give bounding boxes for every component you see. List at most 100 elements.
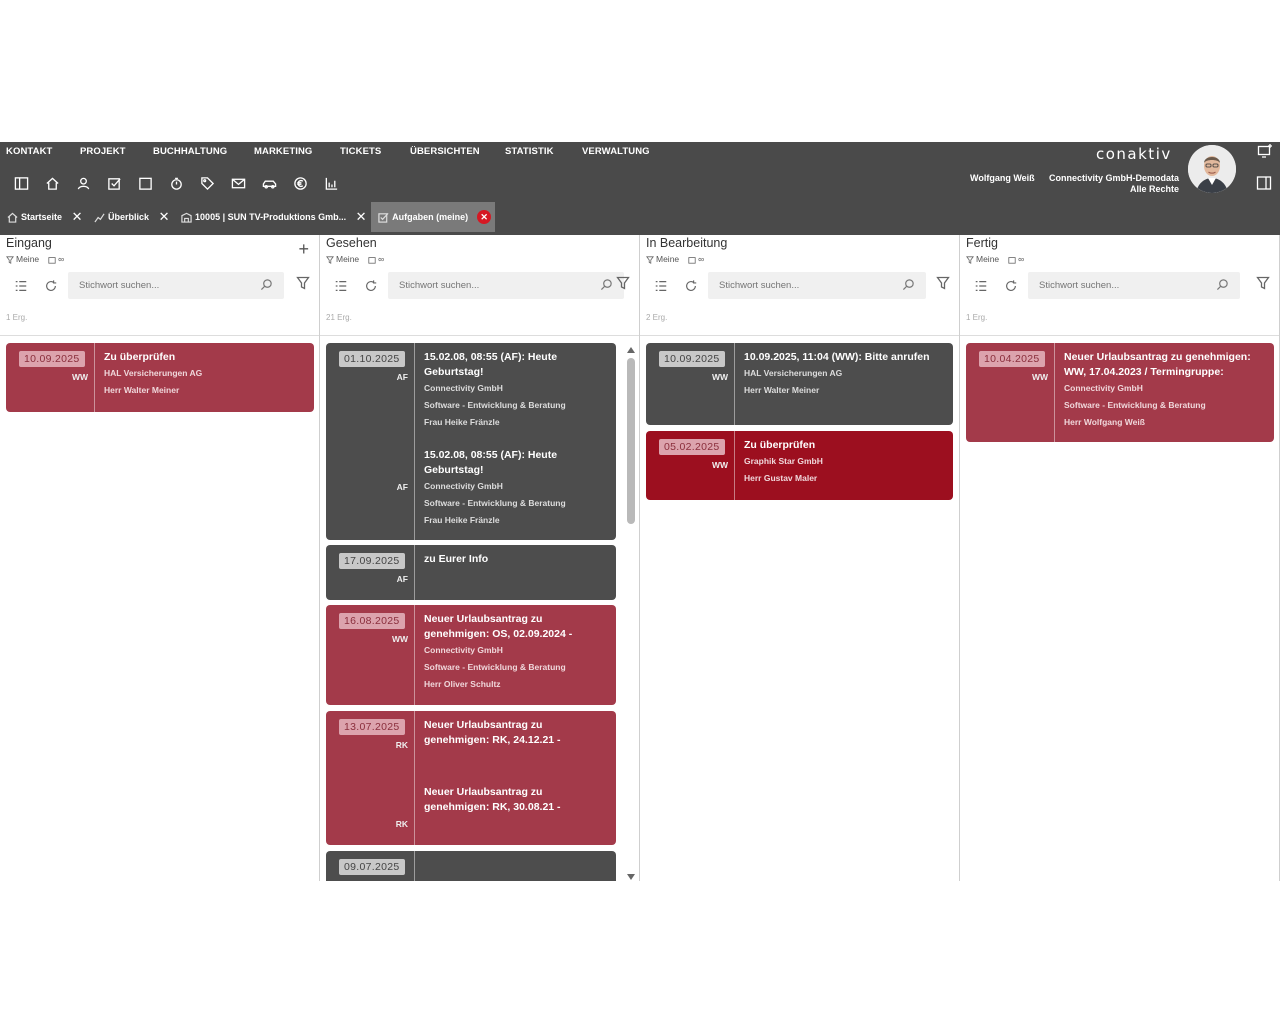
task-entry[interactable]: 05.02.2025 WW Zu überprüfen Graphik Star Gm… <box>646 431 953 500</box>
filter-meine[interactable]: Meine <box>646 254 679 264</box>
due-date-badge: 10.04.2025 <box>979 351 1045 367</box>
assignee-initials: AF <box>396 372 408 382</box>
search-input[interactable] <box>388 272 624 299</box>
search-icon[interactable] <box>1216 278 1230 292</box>
task-entry[interactable]: 16.08.2025 WW Neuer Urlaubsantrag zu geneh… <box>326 605 616 705</box>
tab-ueberblick[interactable]: Überblick ✕ <box>87 202 174 232</box>
list-settings-icon[interactable] <box>966 276 996 296</box>
close-icon[interactable]: ✕ <box>355 209 367 224</box>
tab-aufgaben[interactable]: Aufgaben (meine) ✕ <box>371 202 496 232</box>
search-input[interactable] <box>1028 272 1240 299</box>
range-filter[interactable]: ∞ <box>688 254 704 264</box>
task-entry[interactable]: 17.09.2025 AF zu Eurer Info <box>326 545 616 600</box>
search-icon[interactable] <box>902 278 916 292</box>
task-card[interactable]: 16.08.2025 WW Neuer Urlaubsantrag zu geneh… <box>326 605 616 705</box>
filter-icon[interactable] <box>616 276 632 292</box>
chart-icon[interactable] <box>316 174 347 192</box>
refresh-icon[interactable] <box>676 276 706 296</box>
list-settings-icon[interactable] <box>6 276 36 296</box>
task-card[interactable]: 10.04.2025 WW Neuer Urlaubsantrag zu geneh… <box>966 343 1274 442</box>
column-toolbar <box>326 272 386 300</box>
task-card[interactable]: 09.07.2025 <box>326 851 616 881</box>
filter-meine[interactable]: Meine <box>966 254 999 264</box>
task-title: Neuer Urlaubsantrag zu genehmigen: RK, 2… <box>424 719 561 746</box>
tab-project-10005[interactable]: 10005 | SUN TV-Produktions Gmb... ✕ <box>174 202 371 232</box>
menu-tickets[interactable]: TICKETS <box>340 146 381 157</box>
task-card[interactable]: 05.02.2025 WW Zu überprüfen Graphik Star Gm… <box>646 431 953 500</box>
search-icon[interactable] <box>600 278 614 292</box>
tasks-icon[interactable] <box>99 174 130 192</box>
new-window-icon[interactable] <box>1257 143 1273 159</box>
tab-label: Überblick <box>108 212 150 222</box>
menu-uebersichten[interactable]: ÜBERSICHTEN <box>410 146 480 157</box>
euro-icon[interactable] <box>285 174 316 192</box>
scroll-up-icon[interactable] <box>626 346 636 354</box>
menu-buchhaltung[interactable]: BUCHHALTUNG <box>153 146 227 157</box>
column-toolbar <box>6 272 66 300</box>
range-filter[interactable]: ∞ <box>48 254 64 264</box>
task-card[interactable]: 10.09.2025 WW Zu überprüfen HAL Versicherun… <box>6 343 314 412</box>
task-detail-line: HAL Versicherungen AG <box>744 368 843 378</box>
menu-statistik[interactable]: STATISTIK <box>505 146 554 157</box>
filter-meine[interactable]: Meine <box>326 254 359 264</box>
task-card[interactable]: 17.09.2025 AF zu Eurer Info <box>326 545 616 600</box>
search-input[interactable] <box>708 272 926 299</box>
refresh-icon[interactable] <box>996 276 1026 296</box>
task-card[interactable]: 10.09.2025 WW 10.09.2025, 11:04 (WW): Bitt… <box>646 343 953 425</box>
task-entry[interactable]: 09.07.2025 <box>326 851 616 881</box>
task-entry[interactable]: 01.10.2025 AF 15.02.08, 08:55 (AF): Heute … <box>326 343 616 441</box>
range-filter[interactable]: ∞ <box>368 254 384 264</box>
task-card[interactable]: 01.10.2025 AF 15.02.08, 08:55 (AF): Heute … <box>326 343 616 540</box>
brand-logo: conaktiv <box>1096 145 1172 163</box>
task-meta: 09.07.2025 <box>326 851 415 881</box>
sidebar-toggle-icon[interactable] <box>6 174 37 192</box>
home-icon[interactable] <box>37 174 68 192</box>
car-icon[interactable] <box>254 174 285 192</box>
due-date-badge: 10.09.2025 <box>19 351 85 367</box>
calendar-icon[interactable] <box>130 174 161 192</box>
add-task-button[interactable]: + <box>298 239 309 260</box>
filter-icon[interactable] <box>296 276 312 292</box>
filter-meine[interactable]: Meine <box>6 254 39 264</box>
tab-startseite[interactable]: Startseite ✕ <box>0 202 87 232</box>
contact-icon[interactable] <box>68 174 99 192</box>
menu-verwaltung[interactable]: VERWALTUNG <box>582 146 650 157</box>
menu-kontakt[interactable]: KONTAKT <box>6 146 52 157</box>
column-scrollbar[interactable] <box>626 346 636 881</box>
menu-projekt[interactable]: PROJEKT <box>80 146 126 157</box>
range-filter[interactable]: ∞ <box>1008 254 1024 264</box>
scrollbar-thumb[interactable] <box>627 358 635 524</box>
scroll-down-icon[interactable] <box>626 873 636 881</box>
filter-icon[interactable] <box>1256 276 1272 292</box>
mail-icon[interactable] <box>223 174 254 192</box>
column-1: Gesehen Meine ∞ 21 Erg. 01.10.2025 AF 15.02.08… <box>320 235 640 881</box>
search-icon[interactable] <box>260 278 274 292</box>
task-entry[interactable]: RK Neuer Urlaubsantrag zu genehmigen: RK,… <box>326 778 616 845</box>
avatar[interactable] <box>1188 145 1236 193</box>
task-entry[interactable]: AF 15.02.08, 08:55 (AF): Heute Geburtstag… <box>326 441 616 540</box>
due-date-badge: 16.08.2025 <box>339 613 405 629</box>
task-title: Neuer Urlaubsantrag zu genehmigen: RK, 3… <box>424 786 561 813</box>
result-count: 21 Erg. <box>326 313 352 322</box>
task-detail-line: Frau Heike Fränzle <box>424 417 500 427</box>
search-input[interactable] <box>68 272 284 299</box>
close-icon[interactable]: ✕ <box>71 209 83 224</box>
task-entry[interactable]: 10.09.2025 WW 10.09.2025, 11:04 (WW): Bitt… <box>646 343 953 425</box>
list-settings-icon[interactable] <box>326 276 356 296</box>
task-content: Zu überprüfen HAL Versicherungen AG Herr W… <box>104 350 308 399</box>
list-settings-icon[interactable] <box>646 276 676 296</box>
filter-icon[interactable] <box>936 276 952 292</box>
task-entry[interactable]: 10.04.2025 WW Neuer Urlaubsantrag zu geneh… <box>966 343 1274 442</box>
refresh-icon[interactable] <box>356 276 386 296</box>
close-icon[interactable]: ✕ <box>158 209 170 224</box>
timer-icon[interactable] <box>161 174 192 192</box>
task-entry[interactable]: 13.07.2025 RK Neuer Urlaubsantrag zu geneh… <box>326 711 616 778</box>
menu-marketing[interactable]: MARKETING <box>254 146 312 157</box>
task-entry[interactable]: 10.09.2025 WW Zu überprüfen HAL Versicherun… <box>6 343 314 412</box>
refresh-icon[interactable] <box>36 276 66 296</box>
task-card[interactable]: 13.07.2025 RK Neuer Urlaubsantrag zu geneh… <box>326 711 616 845</box>
right-panel-toggle-icon[interactable] <box>1256 175 1272 191</box>
close-icon[interactable]: ✕ <box>477 210 492 224</box>
assignee-initials: WW <box>391 634 408 644</box>
tag-icon[interactable] <box>192 174 223 192</box>
